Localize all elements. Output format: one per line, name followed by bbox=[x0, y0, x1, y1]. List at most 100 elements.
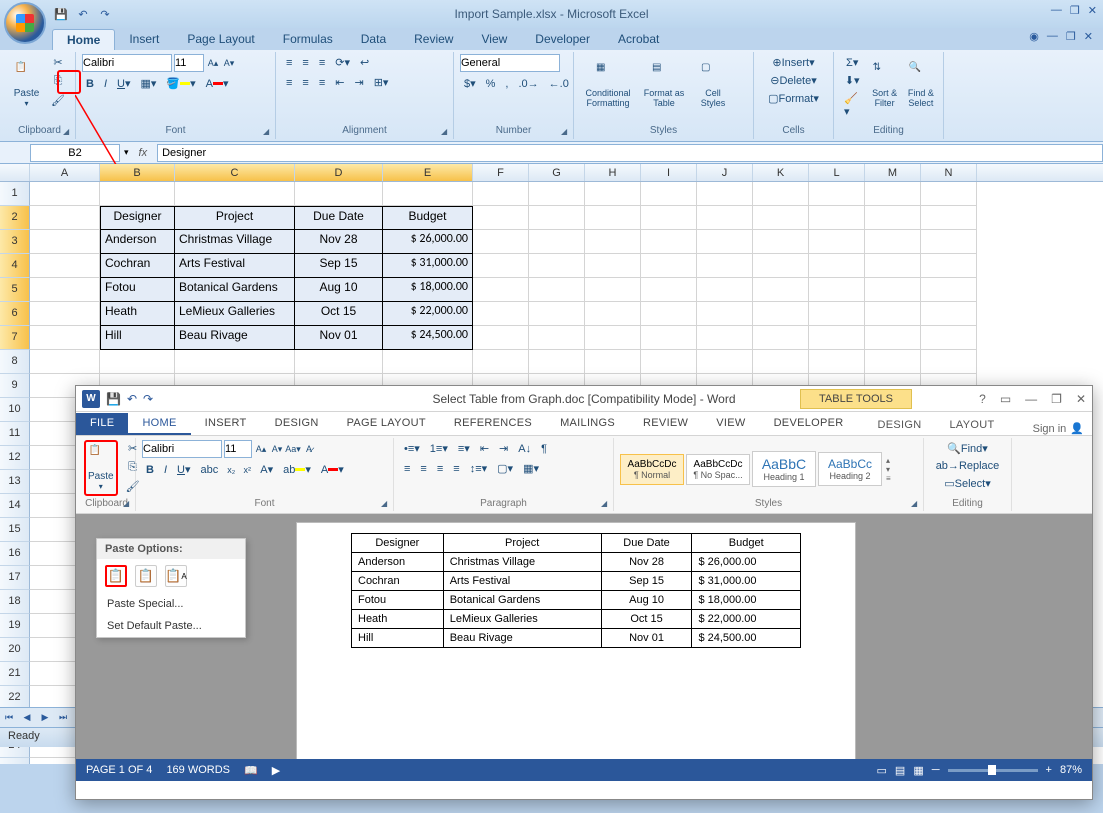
cell-G7[interactable] bbox=[529, 326, 585, 350]
show-marks-icon[interactable]: ¶ bbox=[537, 441, 551, 457]
cell-A4[interactable] bbox=[30, 254, 100, 278]
cell-J3[interactable] bbox=[697, 230, 753, 254]
cell-H6[interactable] bbox=[585, 302, 641, 326]
cell-F3[interactable] bbox=[473, 230, 529, 254]
formula-input[interactable] bbox=[157, 144, 1103, 162]
cell-F4[interactable] bbox=[473, 254, 529, 278]
paste-button[interactable]: 📋 Paste▾ bbox=[10, 54, 43, 116]
table-cell[interactable]: Botanical Gardens bbox=[443, 591, 601, 610]
cell-D3[interactable]: Nov 28 bbox=[295, 230, 383, 254]
delete-cells-button[interactable]: ⊖ Delete ▾ bbox=[760, 72, 827, 89]
row-header-1[interactable]: 1 bbox=[0, 182, 30, 206]
table-cell[interactable]: Heath bbox=[352, 610, 444, 629]
tab-mailings[interactable]: MAILINGS bbox=[546, 413, 629, 435]
cell-A5[interactable] bbox=[30, 278, 100, 302]
keep-source-formatting-icon[interactable]: 📋 bbox=[105, 565, 127, 587]
cell-E2[interactable]: Budget bbox=[383, 206, 473, 230]
table-row[interactable]: FotouBotanical GardensAug 10$ 18,000.00 bbox=[352, 591, 801, 610]
align-center-icon[interactable]: ≡ bbox=[298, 75, 312, 91]
sheet-next-icon[interactable]: ▶ bbox=[36, 712, 54, 723]
numbering-icon[interactable]: 1≡▾ bbox=[426, 440, 452, 457]
table-cell[interactable]: Oct 15 bbox=[601, 610, 692, 629]
cell-A3[interactable] bbox=[30, 230, 100, 254]
cell-B1[interactable] bbox=[100, 182, 175, 206]
cell-H7[interactable] bbox=[585, 326, 641, 350]
tab-file[interactable]: FILE bbox=[76, 413, 128, 435]
cell-J7[interactable] bbox=[697, 326, 753, 350]
zoom-in-icon[interactable]: + bbox=[1046, 764, 1052, 776]
cell-styles-button[interactable]: ▢Cell Styles bbox=[692, 54, 734, 116]
line-spacing-icon[interactable]: ↕≡▾ bbox=[466, 460, 491, 477]
cell-H8[interactable] bbox=[585, 350, 641, 374]
percent-icon[interactable]: % bbox=[482, 76, 500, 92]
tab-review[interactable]: REVIEW bbox=[629, 413, 702, 435]
cell-G5[interactable] bbox=[529, 278, 585, 302]
save-icon[interactable]: 💾 bbox=[106, 392, 121, 406]
cell-N5[interactable] bbox=[921, 278, 977, 302]
cell-K4[interactable] bbox=[753, 254, 809, 278]
cell-N8[interactable] bbox=[921, 350, 977, 374]
table-cell[interactable]: $ 22,000.00 bbox=[692, 610, 801, 629]
office-button[interactable] bbox=[4, 2, 46, 44]
tab-home[interactable]: Home bbox=[52, 29, 115, 50]
table-cell[interactable]: $ 31,000.00 bbox=[692, 572, 801, 591]
cell-J6[interactable] bbox=[697, 302, 753, 326]
conditional-formatting-button[interactable]: ▦Conditional Formatting bbox=[580, 54, 636, 116]
highlight-icon[interactable]: ab▾ bbox=[279, 461, 315, 478]
cell-K1[interactable] bbox=[753, 182, 809, 206]
word-table[interactable]: DesignerProjectDue DateBudget AndersonCh… bbox=[351, 533, 801, 648]
cell-D1[interactable] bbox=[295, 182, 383, 206]
table-cell[interactable]: $ 26,000.00 bbox=[692, 553, 801, 572]
wrap-text-icon[interactable]: ↩ bbox=[356, 54, 373, 71]
cell-B4[interactable]: Cochran bbox=[100, 254, 175, 278]
table-row[interactable]: HillBeau RivageNov 01$ 24,500.00 bbox=[352, 629, 801, 648]
col-header-N[interactable]: N bbox=[921, 164, 977, 181]
set-default-paste-item[interactable]: Set Default Paste... bbox=[97, 615, 245, 637]
row-header-25[interactable]: 25 bbox=[0, 758, 30, 764]
tab-insert[interactable]: Insert bbox=[115, 29, 173, 50]
cell-J4[interactable] bbox=[697, 254, 753, 278]
select-button[interactable]: ▭ Select ▾ bbox=[930, 475, 1005, 492]
restore-doc-icon[interactable]: ❐ bbox=[1066, 30, 1076, 43]
undo-icon[interactable]: ↶ bbox=[127, 392, 137, 406]
bold-button[interactable]: B bbox=[142, 462, 158, 478]
cell-L2[interactable] bbox=[809, 206, 865, 230]
cell-M5[interactable] bbox=[865, 278, 921, 302]
cell-J8[interactable] bbox=[697, 350, 753, 374]
orientation-icon[interactable]: ⟳▾ bbox=[331, 54, 354, 71]
table-cell[interactable]: LeMieux Galleries bbox=[443, 610, 601, 629]
justify-icon[interactable]: ≡ bbox=[449, 461, 463, 477]
cell-C4[interactable]: Arts Festival bbox=[175, 254, 295, 278]
cell-J2[interactable] bbox=[697, 206, 753, 230]
cell-K2[interactable] bbox=[753, 206, 809, 230]
align-bottom-icon[interactable]: ≡ bbox=[315, 55, 329, 71]
paragraph-launcher-icon[interactable]: ◢ bbox=[601, 499, 611, 509]
copy-icon[interactable]: ⎘ bbox=[47, 73, 69, 90]
increase-indent-icon[interactable]: ⇥ bbox=[350, 74, 367, 91]
style-heading-2[interactable]: AaBbCcHeading 2 bbox=[818, 452, 882, 486]
cell-M6[interactable] bbox=[865, 302, 921, 326]
underline-button[interactable]: U▾ bbox=[173, 461, 194, 478]
tab-view[interactable]: VIEW bbox=[702, 413, 759, 435]
italic-button[interactable]: I bbox=[100, 76, 111, 92]
word-app-icon[interactable]: W bbox=[82, 390, 100, 408]
cell-B2[interactable]: Designer bbox=[100, 206, 175, 230]
zoom-out-icon[interactable]: ─ bbox=[932, 764, 940, 776]
table-header[interactable]: Designer bbox=[352, 534, 444, 553]
row-header-15[interactable]: 15 bbox=[0, 518, 30, 542]
table-cell[interactable]: $ 18,000.00 bbox=[692, 591, 801, 610]
clear-icon[interactable]: 🧹▾ bbox=[840, 90, 864, 120]
col-header-K[interactable]: K bbox=[753, 164, 809, 181]
paste-button[interactable]: 📋 Paste▾ bbox=[84, 440, 118, 496]
sign-in-link[interactable]: Sign in 👤 bbox=[1033, 422, 1084, 435]
tab-developer[interactable]: DEVELOPER bbox=[760, 413, 858, 435]
cell-C1[interactable] bbox=[175, 182, 295, 206]
cell-E1[interactable] bbox=[383, 182, 473, 206]
cell-D4[interactable]: Sep 15 bbox=[295, 254, 383, 278]
cell-N6[interactable] bbox=[921, 302, 977, 326]
close-icon[interactable]: ✕ bbox=[1088, 4, 1097, 17]
cell-K6[interactable] bbox=[753, 302, 809, 326]
cell-C3[interactable]: Christmas Village bbox=[175, 230, 295, 254]
col-header-A[interactable]: A bbox=[30, 164, 100, 181]
col-header-C[interactable]: C bbox=[175, 164, 295, 181]
